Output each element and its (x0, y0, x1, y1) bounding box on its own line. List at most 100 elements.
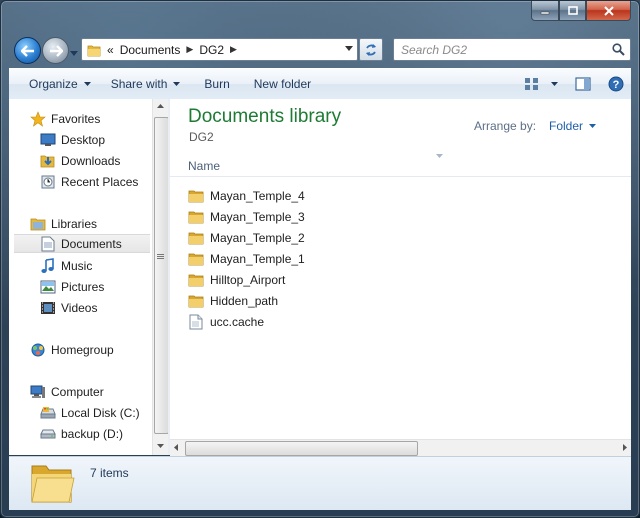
search-icon[interactable] (612, 43, 625, 56)
document-icon (40, 236, 56, 252)
nav-item-desktop[interactable]: Desktop (40, 129, 152, 150)
list-item[interactable]: Mayan_Temple_1 (188, 248, 368, 269)
navigation-scrollbar[interactable] (152, 99, 169, 455)
minimize-icon (540, 11, 550, 14)
recent-places-icon (40, 174, 56, 190)
breadcrumb-documents[interactable]: Documents (120, 43, 181, 57)
navigation-pane: Favorites Desktop Downloads Recent Place… (9, 99, 152, 455)
arrange-by-label: Arrange by: (474, 119, 537, 133)
new-folder-label: New folder (253, 77, 312, 91)
scroll-left-icon[interactable] (174, 444, 178, 451)
scroll-right-icon[interactable] (623, 444, 627, 451)
list-item[interactable]: Mayan_Temple_3 (188, 206, 368, 227)
nav-item-recent-places[interactable]: Recent Places (40, 171, 152, 192)
folder-icon (188, 251, 204, 267)
list-item[interactable]: Hidden_path (188, 290, 368, 311)
preview-pane-icon (575, 77, 591, 91)
desktop-icon (40, 132, 56, 148)
videos-icon (40, 300, 56, 316)
breadcrumb-separator-icon[interactable]: ▶ (230, 44, 237, 55)
file-icon (188, 314, 204, 330)
search-input[interactable] (399, 41, 608, 58)
burn-button[interactable]: Burn (190, 69, 239, 99)
nav-item-pictures[interactable]: Pictures (40, 276, 152, 297)
preview-pane-button[interactable] (565, 69, 601, 99)
folder-icon (188, 230, 204, 246)
breadcrumb-overflow[interactable]: « (107, 43, 114, 57)
nav-computer-label: Computer (51, 384, 104, 399)
chevron-down-icon[interactable] (345, 46, 353, 51)
scroll-down-icon[interactable] (157, 444, 164, 448)
search-box[interactable] (393, 38, 631, 61)
maximize-button[interactable] (559, 1, 586, 21)
forward-button[interactable] (42, 37, 69, 64)
file-name: Mayan_Temple_4 (210, 188, 305, 203)
back-button[interactable] (14, 37, 41, 64)
refresh-button[interactable] (359, 38, 383, 61)
file-list-pane: Documents library DG2 Arrange by: Folder… (170, 99, 631, 456)
star-icon (30, 110, 46, 127)
help-button[interactable]: ? (601, 69, 631, 99)
nav-item-documents[interactable]: Documents (14, 234, 150, 253)
list-item[interactable]: Mayan_Temple_2 (188, 227, 368, 248)
content-area: Favorites Desktop Downloads Recent Place… (9, 99, 631, 456)
nav-item-music[interactable]: Music (40, 255, 152, 276)
help-icon: ? (608, 76, 624, 92)
nav-item-label: Documents (61, 236, 122, 251)
nav-item-backup[interactable]: backup (D:) (40, 423, 152, 444)
close-icon (603, 5, 614, 16)
caption-buttons (531, 1, 631, 21)
list-item[interactable]: Mayan_Temple_4 (188, 185, 368, 206)
column-header-name[interactable]: Name (188, 159, 220, 173)
nav-homegroup[interactable]: Homegroup (30, 339, 152, 360)
share-with-menu[interactable]: Share with (101, 69, 191, 99)
file-name: Mayan_Temple_2 (210, 230, 305, 245)
chevron-down-icon (70, 51, 78, 56)
share-with-label: Share with (110, 77, 168, 91)
nav-item-downloads[interactable]: Downloads (40, 150, 152, 171)
recent-pages-dropdown[interactable] (70, 45, 78, 59)
scroll-up-icon[interactable] (157, 104, 164, 108)
arrange-by-value: Folder (549, 119, 584, 133)
nav-favorites[interactable]: Favorites (30, 108, 152, 129)
organize-menu[interactable]: Organize (19, 69, 101, 99)
nav-favorites-label: Favorites (51, 111, 101, 126)
nav-computer[interactable]: Computer (30, 381, 152, 402)
nav-item-label: Desktop (61, 132, 106, 147)
change-view-button[interactable] (521, 69, 543, 99)
list-item[interactable]: ucc.cache (188, 311, 368, 332)
view-options-icon (525, 78, 538, 90)
column-header-row: Name (170, 154, 631, 177)
arrow-right-icon (49, 44, 63, 57)
nav-item-local-disk[interactable]: Local Disk (C:) (40, 402, 152, 423)
organize-label: Organize (29, 77, 78, 91)
folder-icon (188, 293, 204, 309)
nav-libraries[interactable]: Libraries (30, 213, 152, 234)
horizontal-scrollbar[interactable] (170, 439, 631, 456)
list-item[interactable]: Hilltop_Airport (188, 269, 368, 290)
chevron-down-icon (83, 82, 91, 86)
close-button[interactable] (586, 1, 631, 21)
pictures-icon (40, 279, 56, 295)
file-name: Mayan_Temple_3 (210, 209, 305, 224)
libraries-icon (30, 216, 46, 232)
burn-label: Burn (204, 77, 230, 91)
scrollbar-thumb[interactable] (154, 117, 169, 434)
address-bar[interactable]: « Documents ▶ DG2 ▶ (81, 38, 358, 61)
file-name: Mayan_Temple_1 (210, 251, 305, 266)
nav-item-label: Local Disk (C:) (61, 405, 140, 420)
details-pane: 7 items (9, 456, 631, 510)
minimize-button[interactable] (531, 1, 559, 21)
new-folder-button[interactable]: New folder (240, 69, 321, 99)
nav-item-videos[interactable]: Videos (40, 297, 152, 318)
scrollbar-thumb[interactable] (185, 441, 418, 456)
arrow-left-icon (20, 44, 34, 57)
chevron-down-icon (173, 82, 181, 86)
arrange-by-dropdown[interactable]: Folder (549, 119, 597, 133)
view-dropdown[interactable] (543, 69, 565, 99)
command-bar: Organize Share with Burn New folder ? (9, 68, 631, 100)
folder-icon (87, 45, 101, 56)
breadcrumb-separator-icon[interactable]: ▶ (186, 44, 193, 55)
breadcrumb-dg2[interactable]: DG2 (199, 43, 224, 57)
computer-icon (30, 384, 46, 400)
